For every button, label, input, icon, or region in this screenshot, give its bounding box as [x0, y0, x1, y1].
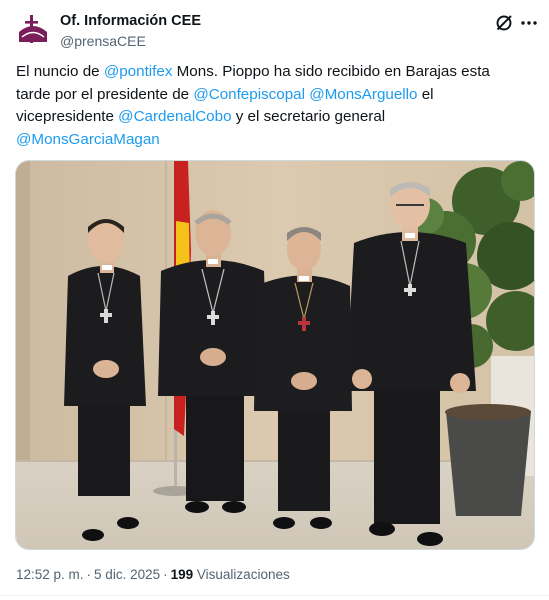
divider: [0, 595, 549, 596]
meta-separator-2: ·: [163, 567, 168, 582]
tweet-time[interactable]: 12:52 p. m.: [16, 567, 84, 582]
more-options-button[interactable]: [518, 12, 540, 34]
tweet-photo[interactable]: [15, 160, 535, 550]
cee-logo-icon: [19, 15, 47, 43]
tweet-text-segment: y el secretario general: [231, 108, 386, 125]
mention-link[interactable]: @MonsArguello: [309, 86, 417, 103]
tweet-date[interactable]: 5 dic. 2025: [94, 567, 160, 582]
avatar[interactable]: [16, 12, 50, 46]
author-display-name[interactable]: Of. Información CEE: [60, 12, 201, 31]
more-icon: [521, 21, 537, 25]
grok-icon: [496, 15, 512, 31]
photo-image: [16, 161, 534, 549]
mention-link[interactable]: @MonsGarciaMagan: [16, 131, 160, 148]
author-handle[interactable]: @prensaCEE: [60, 32, 201, 51]
views-count[interactable]: 199: [171, 567, 194, 582]
mention-link[interactable]: @Confepiscopal: [193, 86, 305, 103]
mention-link[interactable]: @pontifex: [104, 63, 173, 80]
tweet-text-segment: El nuncio de: [16, 63, 104, 80]
tweet-header: Of. Información CEE @prensaCEE: [16, 12, 537, 52]
author-names: Of. Información CEE @prensaCEE: [60, 12, 201, 51]
tweet-text: El nuncio de @pontifex Mons. Pioppo ha s…: [16, 61, 526, 151]
tweet-meta: 12:52 p. m. · 5 dic. 2025 · 199 Visualizacio…: [16, 566, 290, 584]
meta-separator: ·: [86, 567, 92, 582]
mention-link[interactable]: @CardenalCobo: [118, 108, 231, 125]
views-label[interactable]: Visualizaciones: [197, 567, 290, 582]
grok-button[interactable]: [493, 12, 515, 34]
